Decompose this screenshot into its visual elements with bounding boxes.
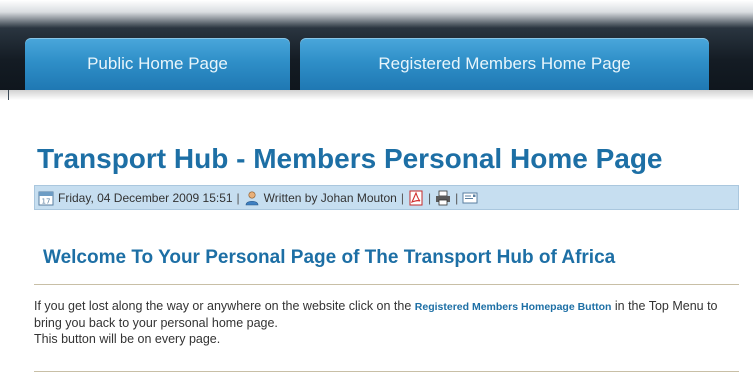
email-icon[interactable] (462, 190, 478, 206)
pdf-icon[interactable] (408, 190, 424, 206)
registered-members-homepage-link[interactable]: Registered Members Homepage Button (415, 301, 612, 313)
page-title: Transport Hub - Members Personal Home Pa… (37, 143, 663, 174)
article-meta-bar: 17 Friday, 04 December 2009 15:51 | Writ… (34, 185, 739, 210)
divider (34, 284, 739, 285)
top-menu-shadow (0, 90, 753, 100)
article-body: If you get lost along the way or anywher… (34, 298, 746, 347)
print-icon[interactable] (435, 190, 451, 206)
meta-separator: | (455, 190, 459, 205)
calendar-icon: 17 (38, 190, 54, 206)
article-author: Written by Johan Mouton (263, 190, 397, 205)
tab-public-home[interactable]: Public Home Page (25, 38, 290, 90)
welcome-heading: Welcome To Your Personal Page of The Tra… (43, 247, 616, 268)
meta-separator: | (236, 190, 240, 205)
svg-text:17: 17 (42, 197, 51, 205)
meta-separator: | (400, 190, 404, 205)
body-text: This button will be on every page. (34, 332, 221, 346)
article-date: Friday, 04 December 2009 15:51 (58, 190, 233, 205)
user-icon (244, 190, 260, 206)
tab-registered-members-home[interactable]: Registered Members Home Page (300, 38, 709, 90)
divider (8, 90, 9, 100)
meta-separator: | (427, 190, 432, 205)
body-text: If you get lost along the way or anywher… (34, 299, 415, 313)
divider (34, 371, 739, 372)
